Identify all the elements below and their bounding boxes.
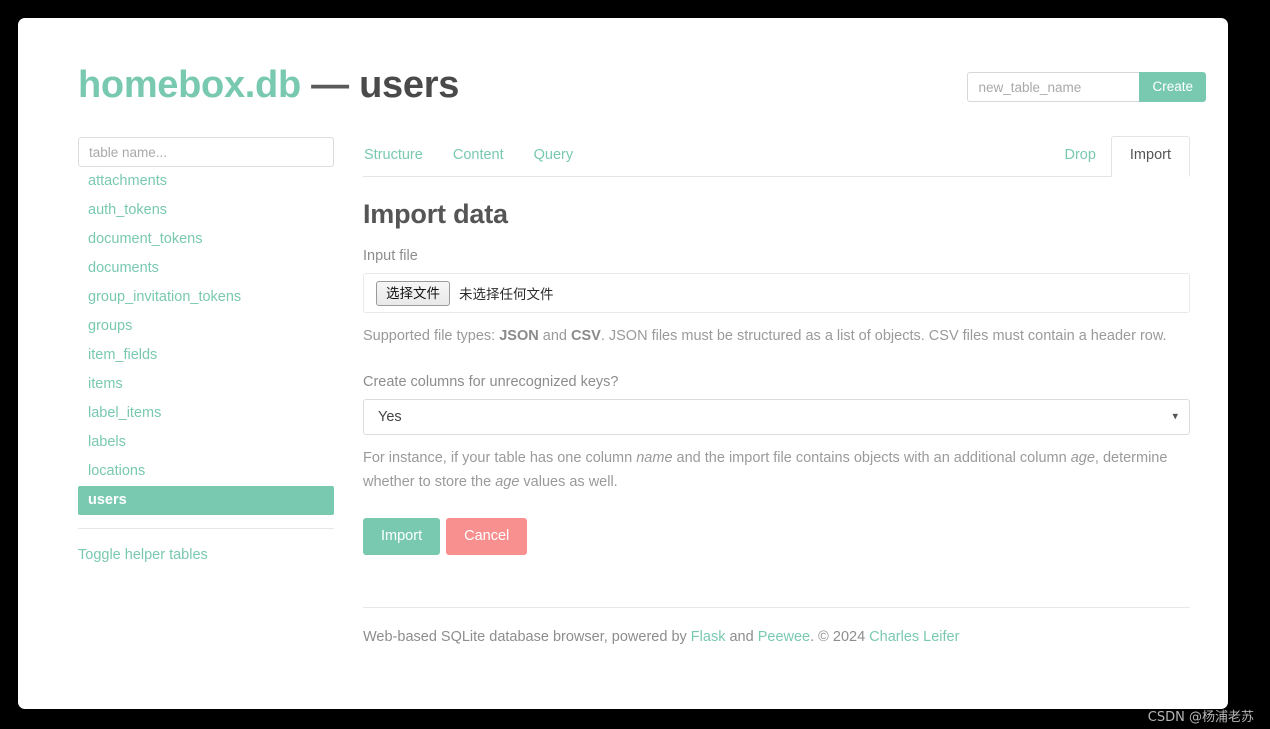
page-title-separator: —	[311, 64, 349, 106]
sidebar-item-group-invitation-tokens[interactable]: group_invitation_tokens	[78, 283, 334, 312]
main-panel: Structure Content Query Drop Import Impo…	[363, 136, 1190, 645]
section-heading: Import data	[363, 199, 508, 229]
sidebar-item-labels[interactable]: labels	[78, 428, 334, 457]
tab-content[interactable]: Content	[438, 136, 519, 177]
app-window: homebox.db — users Create attachments au…	[18, 18, 1228, 709]
supported-csv: CSV	[570, 328, 601, 344]
footer-text-2: and	[725, 629, 758, 645]
tab-bar-right: Drop Import	[1063, 136, 1190, 177]
sidebar: attachments auth_tokens document_tokens …	[78, 137, 334, 564]
new-table-name-input[interactable]	[967, 72, 1140, 102]
import-button[interactable]: Import	[363, 518, 441, 555]
watermark: CSDN @杨浦老苏	[1147, 710, 1254, 725]
list-item: locations	[78, 457, 334, 486]
create-table-button[interactable]: Create	[1139, 72, 1206, 102]
page-title-db: homebox.db	[78, 64, 301, 106]
sidebar-item-label-items[interactable]: label_items	[78, 399, 334, 428]
tab-drop[interactable]: Drop	[1063, 136, 1110, 177]
instance-italic-age-2: age	[495, 474, 520, 490]
toggle-helper-tables-link[interactable]: Toggle helper tables	[78, 547, 208, 563]
list-item: attachments	[78, 167, 334, 196]
sidebar-item-items[interactable]: items	[78, 370, 334, 399]
list-item: groups	[78, 312, 334, 341]
create-table-form: Create	[967, 72, 1206, 102]
supported-and: and	[538, 328, 571, 344]
instance-italic-age-1: age	[1070, 450, 1095, 466]
list-item: users	[78, 486, 334, 515]
tab-structure[interactable]: Structure	[363, 136, 438, 177]
sidebar-item-users[interactable]: users	[78, 486, 334, 515]
supported-types-text: Supported file types: JSON and CSV. JSON…	[363, 324, 1183, 348]
sidebar-item-locations[interactable]: locations	[78, 457, 334, 486]
list-item: labels	[78, 428, 334, 457]
tab-bar: Structure Content Query Drop Import	[363, 136, 1190, 177]
sidebar-item-groups[interactable]: groups	[78, 312, 334, 341]
list-item: documents	[78, 254, 334, 283]
unrecognized-keys-select-wrap: Yes No ▾	[363, 399, 1190, 435]
form-actions: Import Cancel	[363, 518, 1190, 555]
instance-part-4: values as well.	[519, 474, 618, 490]
table-filter-input[interactable]	[78, 137, 334, 167]
table-list: attachments auth_tokens document_tokens …	[78, 167, 334, 515]
sidebar-item-attachments[interactable]: attachments	[78, 167, 334, 196]
supported-json: JSON	[499, 328, 539, 344]
unrecognized-keys-select[interactable]: Yes No	[363, 399, 1190, 435]
choose-file-button[interactable]: 选择文件	[376, 280, 450, 306]
instance-part-1: For instance, if your table has one colu…	[363, 450, 637, 466]
import-form: Import data Input file 选择文件 未选择任何文件 Supp…	[363, 177, 1190, 645]
app-inner: homebox.db — users Create attachments au…	[18, 18, 1228, 709]
instance-part-2: and the import file contains objects wit…	[672, 450, 1071, 466]
sidebar-item-auth-tokens[interactable]: auth_tokens	[78, 196, 334, 225]
sidebar-divider	[78, 528, 334, 529]
footer-link-author[interactable]: Charles Leifer	[869, 629, 959, 645]
unrecognized-keys-label: Create columns for unrecognized keys?	[363, 374, 619, 390]
supported-suffix: . JSON files must be structured as a lis…	[600, 328, 1167, 344]
page-title-table: users	[359, 64, 460, 106]
instance-help-text: For instance, if your table has one colu…	[363, 446, 1183, 494]
page-header: homebox.db — users Create	[78, 48, 1206, 126]
footer: Web-based SQLite database browser, power…	[363, 607, 1190, 645]
input-file-label: Input file	[363, 248, 418, 264]
footer-link-peewee[interactable]: Peewee	[758, 629, 810, 645]
list-item: auth_tokens	[78, 196, 334, 225]
sidebar-item-item-fields[interactable]: item_fields	[78, 341, 334, 370]
footer-text-3: . © 2024	[810, 629, 870, 645]
footer-link-flask[interactable]: Flask	[691, 629, 726, 645]
sidebar-item-document-tokens[interactable]: document_tokens	[78, 225, 334, 254]
file-status-text: 未选择任何文件	[459, 287, 554, 302]
instance-italic-name: name	[636, 450, 673, 466]
list-item: group_invitation_tokens	[78, 283, 334, 312]
supported-prefix: Supported file types:	[363, 328, 500, 344]
footer-text-1: Web-based SQLite database browser, power…	[363, 629, 691, 645]
list-item: label_items	[78, 399, 334, 428]
cancel-button[interactable]: Cancel	[446, 518, 528, 555]
tab-import[interactable]: Import	[1110, 136, 1190, 177]
file-input-row[interactable]: 选择文件 未选择任何文件	[363, 273, 1190, 313]
list-item: item_fields	[78, 341, 334, 370]
list-item: items	[78, 370, 334, 399]
sidebar-item-documents[interactable]: documents	[78, 254, 334, 283]
tab-query[interactable]: Query	[519, 136, 589, 177]
list-item: document_tokens	[78, 225, 334, 254]
